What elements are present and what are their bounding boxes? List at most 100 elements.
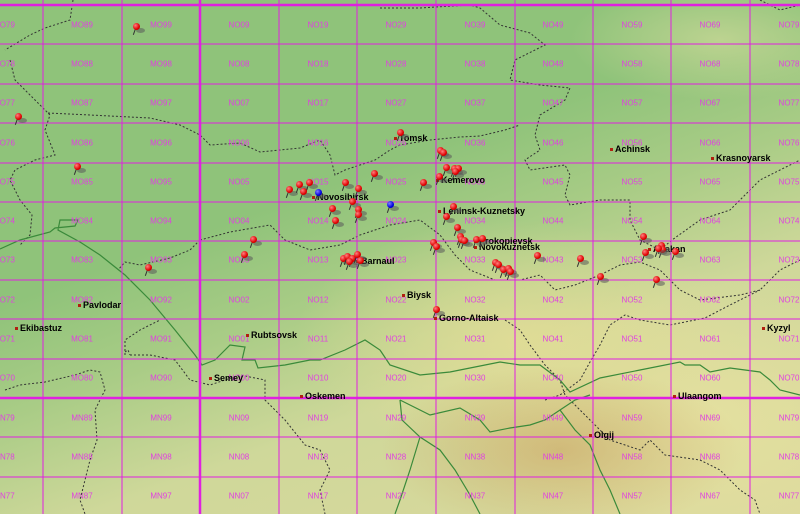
city-achinsk[interactable]: Achinsk [610, 144, 650, 154]
grid-cell-label: NO70 [778, 373, 800, 383]
grid-cell-label: MO70 [0, 373, 15, 383]
map-pin[interactable] [439, 149, 452, 161]
grid-cell-label: NO17 [307, 98, 329, 108]
grid-cell-label: NO30 [464, 373, 486, 383]
grid-cell-label: MN98 [150, 452, 172, 462]
grid-cell-label: MO75 [0, 177, 15, 187]
map-pin[interactable] [533, 252, 546, 264]
pin-head-icon [440, 149, 447, 156]
grid-cell-label: NO74 [778, 216, 800, 226]
pin-head-icon [15, 113, 22, 120]
grid-cell-label: MN78 [0, 452, 15, 462]
map-pin[interactable] [596, 273, 609, 285]
city-kyzyl[interactable]: Kyzyl [762, 323, 791, 333]
map-pin[interactable] [478, 235, 491, 247]
map-pin[interactable] [442, 164, 455, 176]
grid-cell-label: MO78 [0, 59, 15, 69]
grid-cell-label: NO45 [542, 177, 564, 187]
map-pin[interactable] [249, 236, 262, 248]
grid-cell-label: NO78 [778, 59, 800, 69]
grid-cell-label: NN38 [464, 452, 486, 462]
city-biysk[interactable]: Biysk [402, 290, 431, 300]
map-pin[interactable] [432, 243, 445, 255]
grid-cell-label: NO38 [464, 59, 486, 69]
grid-cell-label: NO04 [228, 216, 250, 226]
city-krasnoyarsk[interactable]: Krasnoyarsk [711, 153, 771, 163]
map-pin[interactable] [345, 258, 358, 270]
map-pin[interactable] [285, 186, 298, 198]
pin-head-icon [597, 273, 604, 280]
map-pin[interactable] [73, 163, 86, 175]
city-olgij[interactable]: Olgij [589, 430, 614, 440]
map-pin[interactable] [144, 264, 157, 276]
pin-head-icon [286, 186, 293, 193]
city-semey[interactable]: Semey [209, 373, 243, 383]
map-pin[interactable] [671, 248, 684, 260]
pin-head-icon [342, 179, 349, 186]
map-pin[interactable] [331, 217, 344, 229]
city-rubtsovsk[interactable]: Rubtsovsk [246, 330, 297, 340]
map-pin[interactable] [240, 251, 253, 263]
grid-cell-label: NO46 [542, 138, 564, 148]
grid-cell-label: NO27 [385, 98, 407, 108]
city-pavlodar[interactable]: Pavlodar [78, 300, 121, 310]
pin-head-icon [357, 257, 364, 264]
map-pin[interactable] [299, 188, 312, 200]
grid-cell-label: NO10 [307, 373, 329, 383]
pin-head-icon [397, 129, 404, 136]
grid-cell-label: NO36 [464, 138, 486, 148]
grid-cell-label: NO32 [464, 295, 486, 305]
map-pin[interactable] [451, 168, 464, 180]
map-pin[interactable] [419, 179, 432, 191]
pin-head-icon [443, 213, 450, 220]
grid-cell-label: MN77 [0, 491, 15, 501]
map-pin[interactable] [449, 203, 462, 215]
map-pin-blue[interactable] [386, 201, 399, 213]
map-pin[interactable] [396, 129, 409, 141]
grid-cell-label: NO61 [699, 334, 721, 344]
grid-cell-label: NN67 [699, 491, 721, 501]
map-pin[interactable] [356, 257, 369, 269]
grid-cell-label: NN29 [385, 413, 407, 423]
grid-cell-label: NO33 [464, 255, 486, 265]
map-pin[interactable] [460, 237, 473, 249]
grid-cell-label: MN79 [0, 413, 15, 423]
map-pin[interactable] [132, 23, 145, 35]
city-ulaangom[interactable]: Ulaangom [673, 391, 722, 401]
pin-head-icon [653, 276, 660, 283]
map-pin[interactable] [652, 276, 665, 288]
grid-cell-label: MO98 [150, 59, 172, 69]
map-pin[interactable] [576, 255, 589, 267]
city-ekibastuz[interactable]: Ekibastuz [15, 323, 62, 333]
grid-cell-label: MN97 [150, 491, 172, 501]
pin-head-icon [371, 170, 378, 177]
city-name: Rubtsovsk [251, 330, 298, 340]
city-name: Ekibastuz [20, 323, 63, 333]
grid-cell-label: MO91 [150, 334, 172, 344]
map-pin[interactable] [442, 213, 455, 225]
grid-cell-label: MO74 [0, 216, 15, 226]
map-pin[interactable] [641, 249, 654, 261]
map-pin[interactable] [370, 170, 383, 182]
pin-head-icon [642, 249, 649, 256]
grid-cell-label: MO86 [71, 138, 93, 148]
map-pin[interactable] [328, 205, 341, 217]
map-pin[interactable] [432, 306, 445, 318]
map-pin-blue[interactable] [314, 189, 327, 201]
city-dot-icon [209, 377, 212, 381]
pin-head-icon [355, 185, 362, 192]
grid-cell-label: NO72 [778, 295, 800, 305]
map-pin[interactable] [654, 245, 667, 257]
grid-cell-label: NO54 [621, 216, 643, 226]
map-pin[interactable] [354, 211, 367, 223]
map-pin[interactable] [14, 113, 27, 125]
grid-cell-label: NO65 [699, 177, 721, 187]
map-pin[interactable] [435, 173, 448, 185]
map-pin[interactable] [341, 179, 354, 191]
map-pin[interactable] [506, 268, 519, 280]
grid-cell-label: NO09 [228, 20, 250, 30]
map-canvas[interactable]: MO79 MO89 MO99 NO09 NO19 NO29 NO39 NO49 NO59 NO69… [0, 0, 800, 514]
map-pin[interactable] [639, 233, 652, 245]
city-oskemen[interactable]: Oskemen [300, 391, 346, 401]
map-pin[interactable] [354, 185, 367, 197]
